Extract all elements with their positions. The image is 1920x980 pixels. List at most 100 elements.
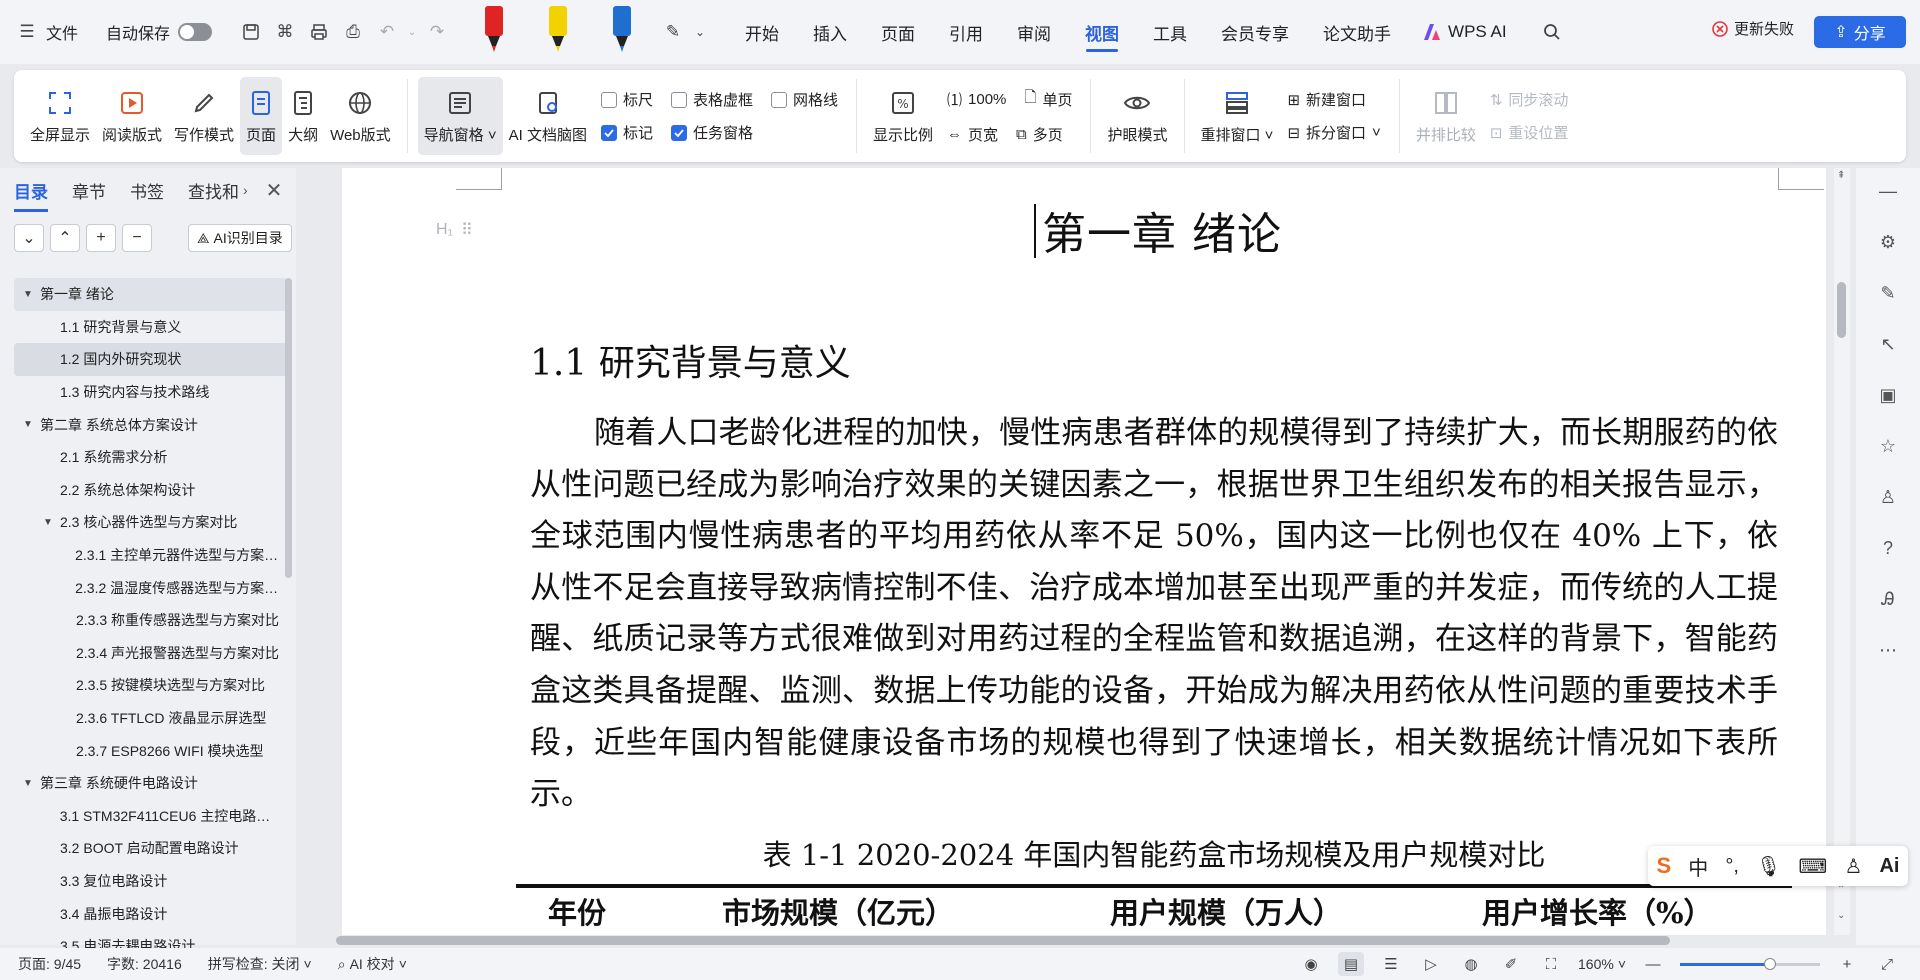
toc-item[interactable]: 3.3 复位电路设计: [14, 865, 288, 898]
ime-language-toggle[interactable]: 中: [1688, 852, 1708, 881]
word-count[interactable]: 字数: 20416: [107, 954, 182, 974]
checkbox-table-grid[interactable]: [670, 91, 687, 108]
collapse-up-button[interactable]: ⌃: [50, 224, 80, 252]
red-marker-pen[interactable]: [466, 6, 522, 58]
chapter-title[interactable]: 第一章 绪论: [1042, 198, 1282, 262]
page-view-icon[interactable]: ▤: [1338, 952, 1364, 976]
document-page[interactable]: H₁ ⠿ 第一章 绪论 1.1 研究背景与意义 随着人口老龄化进程的加快，慢性病…: [342, 168, 1826, 935]
nav-tab-toc[interactable]: 目录: [14, 178, 48, 212]
toc-item[interactable]: 2.2 系统总体架构设计: [14, 474, 288, 507]
toc-item[interactable]: ▼ 第三章 系统硬件电路设计: [14, 767, 288, 800]
remove-heading-button[interactable]: −: [122, 224, 152, 252]
toc-item[interactable]: 2.3.6 TFTLCD 液晶显示屏选型: [14, 702, 288, 735]
marks-checkbox[interactable]: 标记: [600, 122, 653, 143]
table-caption[interactable]: 表 1-1 2020-2024 年国内智能药盒市场规模及用户规模对比: [530, 832, 1778, 874]
add-heading-button[interactable]: +: [86, 224, 116, 252]
sync-scroll-button[interactable]: ⇅ 同步滚动: [1490, 89, 1569, 110]
tab-reference[interactable]: 引用: [932, 0, 1000, 64]
keyboard-icon[interactable]: ⌨: [1798, 854, 1827, 879]
table-grid-checkbox[interactable]: 表格虚框: [670, 89, 753, 110]
table-header-row[interactable]: 年份 市场规模（亿元） 用户规模（万人） 用户增长率（%）: [516, 890, 1792, 932]
undo-icon[interactable]: ↶: [372, 17, 402, 47]
checkbox-ruler[interactable]: [600, 91, 617, 108]
task-pane-checkbox[interactable]: 任务窗格: [670, 122, 753, 143]
toc-item[interactable]: 2.3.5 按键模块选型与方案对比: [14, 669, 288, 702]
undo-dropdown-icon[interactable]: ⌄: [406, 17, 418, 47]
tab-view[interactable]: 视图: [1068, 0, 1136, 64]
toc-item[interactable]: 1.2 国内外研究现状: [14, 343, 288, 376]
nav-tab-find[interactable]: 查找和: [188, 178, 239, 203]
toc-item[interactable]: 2.3.1 主控单元器件选型与方案对比: [14, 539, 288, 572]
checkbox-gridlines[interactable]: [770, 91, 787, 108]
eye-care-button[interactable]: 护眼模式: [1101, 77, 1173, 155]
toc-item[interactable]: 3.4 晶振电路设计: [14, 897, 288, 930]
more-icon[interactable]: ⋯: [1874, 637, 1902, 663]
gridlines-checkbox[interactable]: 网格线: [770, 89, 838, 110]
ai-icon[interactable]: Ai: [1879, 855, 1899, 878]
toc-item[interactable]: 2.3.3 称重传感器选型与方案对比: [14, 604, 288, 637]
toc-item[interactable]: 3.1 STM32F411CEU6 主控电路设计: [14, 800, 288, 833]
toc-item[interactable]: 1.1 研究背景与意义: [14, 311, 288, 344]
tab-home[interactable]: 开始: [728, 0, 796, 64]
vertical-scroll-thumb[interactable]: [1837, 282, 1846, 338]
pen-icon[interactable]: ✐: [1498, 952, 1524, 976]
collapse-down-button[interactable]: ⌄: [14, 224, 44, 252]
checkbox-marks[interactable]: [600, 124, 617, 141]
tab-thesis-assistant[interactable]: 论文助手: [1306, 0, 1408, 64]
redo-icon[interactable]: ↷: [422, 17, 452, 47]
print-icon[interactable]: [304, 17, 334, 47]
ruler-checkbox[interactable]: 标尺: [600, 89, 653, 110]
format-painter-icon[interactable]: ⌘: [270, 17, 300, 47]
toc-item[interactable]: 2.3.4 声光报警器选型与方案对比: [14, 637, 288, 670]
reset-position-button[interactable]: ⊡ 重设位置: [1490, 122, 1569, 143]
yellow-marker-pen[interactable]: [530, 6, 586, 58]
zoom-in-icon[interactable]: +: [1834, 952, 1860, 976]
translate-icon[interactable]: Ꭿ: [1874, 586, 1902, 612]
zoom-level[interactable]: 160% ˅: [1578, 956, 1626, 972]
body-paragraph[interactable]: 随着人口老龄化进程的加快，慢性病患者群体的规模得到了持续扩大，而长期服药的依从性…: [530, 408, 1778, 821]
tab-page[interactable]: 页面: [864, 0, 932, 64]
help-icon[interactable]: ?: [1874, 535, 1902, 561]
next-page-icon[interactable]: ⌄: [1837, 910, 1845, 921]
new-window-button[interactable]: ⊞ 新建窗口: [1287, 89, 1380, 110]
heading-handle[interactable]: H₁ ⠿: [436, 220, 473, 240]
ai-mindmap-button[interactable]: AI 文档脑图: [503, 77, 593, 155]
scroll-top-icon[interactable]: ⇞: [1837, 170, 1845, 181]
document-vertical-scrollbar[interactable]: ⇞ ⌃ ⌄: [1834, 168, 1850, 935]
autosave-toggle[interactable]: [178, 23, 213, 41]
horizontal-scroll-thumb[interactable]: [336, 936, 1670, 945]
close-icon[interactable]: ✕: [266, 178, 283, 203]
toc-item[interactable]: 2.1 系统需求分析: [14, 441, 288, 474]
zoom-ratio-button[interactable]: % 显示比例: [867, 77, 939, 155]
microphone-icon[interactable]: 🎙: [1756, 854, 1781, 879]
zoom-100-button[interactable]: ⑴ 100%: [947, 87, 1006, 112]
zoom-slider-knob[interactable]: [1764, 957, 1776, 970]
update-failed-button[interactable]: 更新失败: [1712, 18, 1794, 39]
ime-punctuation-toggle[interactable]: °,: [1725, 855, 1739, 878]
toc-item[interactable]: ▼ 第二章 系统总体方案设计: [14, 408, 288, 441]
section-title[interactable]: 1.1 研究背景与意义: [530, 334, 851, 386]
page-view-button[interactable]: 页面: [240, 77, 283, 155]
print-preview-icon[interactable]: ⎙: [338, 17, 368, 47]
autosave-control[interactable]: 自动保存: [106, 20, 222, 44]
save-icon[interactable]: [236, 17, 266, 47]
rearrange-window-button[interactable]: 重排窗口 ˅: [1195, 77, 1280, 155]
ai-toc-button[interactable]: ⟁ AI识别目录: [188, 224, 292, 252]
page-width-button[interactable]: ⇔ 页宽: [947, 124, 998, 145]
file-menu[interactable]: ☰ 文件: [12, 17, 78, 47]
fit-page-icon[interactable]: ⛶: [1538, 952, 1564, 976]
tab-review[interactable]: 审阅: [1000, 0, 1068, 64]
tab-tools[interactable]: 工具: [1136, 0, 1204, 64]
skin-icon[interactable]: ♙: [1844, 854, 1862, 879]
web-view-icon[interactable]: ◍: [1458, 952, 1484, 976]
shirt-theme-icon[interactable]: ♙: [1874, 484, 1902, 510]
writing-mode-button[interactable]: 写作模式: [168, 77, 240, 155]
nav-scrollbar[interactable]: [285, 278, 292, 578]
blue-marker-pen[interactable]: [594, 6, 650, 58]
spellcheck-status[interactable]: 拼写检查: 关闭 ˅: [208, 954, 312, 974]
toc-item[interactable]: 2.3.2 温湿度传感器选型与方案对比: [14, 571, 288, 604]
checkbox-task-pane[interactable]: [670, 124, 687, 141]
collapse-sidebar-icon[interactable]: —: [1874, 178, 1902, 204]
fullscreen-button[interactable]: 全屏显示: [24, 77, 96, 155]
outline-view-button[interactable]: 大纲: [282, 77, 324, 155]
